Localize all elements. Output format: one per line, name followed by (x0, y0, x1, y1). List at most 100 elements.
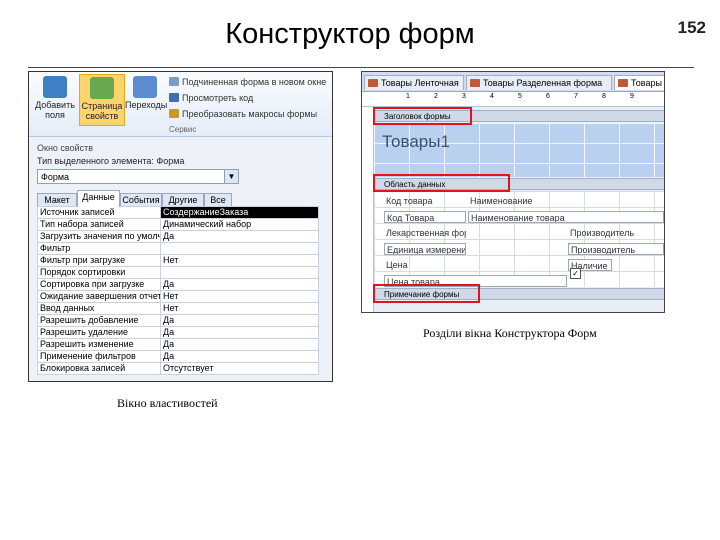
property-value[interactable]: Да (160, 326, 319, 339)
form-icon (368, 79, 378, 87)
property-name: Загрузить значения по умолч (37, 230, 161, 243)
ruler-mark: 6 (546, 93, 550, 100)
property-sheet-screenshot: Добавить поля Страница свойств Переходы … (28, 71, 333, 382)
property-row[interactable]: Ввод данных Нет (37, 302, 319, 315)
doc-tab-goods[interactable]: Товары (614, 75, 664, 90)
property-row[interactable]: Источник записей СоздержаниеЗаказа (37, 206, 319, 219)
property-value[interactable]: Динамический набор (160, 218, 319, 231)
field-label[interactable]: Наименование (468, 195, 566, 207)
property-value[interactable] (160, 242, 319, 255)
property-value[interactable]: Нет (160, 302, 319, 315)
property-row[interactable]: Фильтр (37, 242, 319, 255)
subform-icon (169, 77, 179, 86)
property-sheet-icon (90, 77, 114, 99)
property-name: Фильтр (37, 242, 161, 255)
property-sheet-label: Страница свойств (81, 101, 123, 121)
property-row[interactable]: Сортировка при загрузке Да (37, 278, 319, 291)
vertical-ruler (362, 107, 374, 312)
tab-data[interactable]: Данные (77, 190, 120, 207)
property-row[interactable]: Фильтр при загрузке Нет (37, 254, 319, 267)
field-textbox[interactable]: Код Товара (384, 211, 466, 223)
footer-highlight-box (373, 284, 480, 303)
property-name: Разрешить изменение (37, 338, 161, 351)
property-value[interactable]: Нет (160, 254, 319, 267)
field-textbox[interactable]: Производитель (568, 243, 664, 255)
transitions-button[interactable]: Переходы (125, 74, 168, 124)
property-row[interactable]: Разрешить удаление Да (37, 326, 319, 339)
header-highlight-box (373, 107, 472, 125)
property-value[interactable]: Да (160, 338, 319, 351)
field-textbox[interactable]: Единица измерения (384, 243, 466, 255)
field-label[interactable]: Производитель (568, 227, 664, 239)
property-value[interactable]: Да (160, 314, 319, 327)
dropdown-arrow-icon[interactable]: ▼ (224, 170, 238, 183)
ruler-mark: 7 (574, 93, 578, 100)
tab-all[interactable]: Все (204, 193, 232, 206)
document-tabs: Товары Ленточная Товары Разделенная форм… (362, 72, 664, 92)
property-value[interactable]: Отсутствует (160, 362, 319, 375)
form-designer-screenshot: Товары Ленточная Товары Разделенная форм… (361, 71, 665, 313)
form-title-label[interactable]: Товары1 (382, 132, 450, 152)
property-name: Ожидание завершения отчет (37, 290, 161, 303)
property-sheet-button[interactable]: Страница свойств (79, 74, 125, 126)
property-window-title: Окно свойств (37, 143, 94, 153)
doc-tab-split[interactable]: Товары Разделенная форма (466, 75, 612, 90)
subform-new-window-item[interactable]: Подчиненная форма в новом окне (169, 77, 326, 87)
ruler-mark: 4 (490, 93, 494, 100)
convert-macros-item[interactable]: Преобразовать макросы формы (169, 109, 317, 119)
title-divider (28, 67, 694, 68)
add-fields-label: Добавить поля (35, 100, 75, 120)
property-name: Разрешить добавление (37, 314, 161, 327)
property-name: Порядок сортировки (37, 266, 161, 279)
ribbon: Добавить поля Страница свойств Переходы … (29, 72, 332, 137)
property-row[interactable]: Загрузить значения по умолч Да (37, 230, 319, 243)
property-name: Тип набора записей (37, 218, 161, 231)
property-name: Применение фильтров (37, 350, 161, 363)
transitions-icon (133, 76, 157, 98)
property-row[interactable]: Тип набора записей Динамический набор (37, 218, 319, 231)
fields-icon (43, 76, 67, 98)
property-row[interactable]: Порядок сортировки (37, 266, 319, 279)
property-name: Источник записей (37, 206, 161, 219)
property-value[interactable] (160, 266, 319, 279)
horizontal-ruler: 1 2 3 4 5 6 7 8 9 (362, 92, 664, 107)
transitions-label: Переходы (125, 100, 168, 110)
selection-type-label: Тип выделенного элемента: Форма (37, 156, 185, 166)
ruler-mark: 5 (518, 93, 522, 100)
checkbox-icon[interactable]: ✓ (570, 268, 581, 279)
ruler-mark: 3 (462, 93, 466, 100)
property-name: Разрешить удаление (37, 326, 161, 339)
property-name: Фильтр при загрузке (37, 254, 161, 267)
property-row[interactable]: Применение фильтров Да (37, 350, 319, 363)
tab-layout[interactable]: Макет (37, 193, 77, 206)
field-label[interactable]: Код товара (384, 195, 466, 207)
property-row[interactable]: Разрешить добавление Да (37, 314, 319, 327)
macro-icon (169, 109, 179, 118)
property-value[interactable]: Да (160, 230, 319, 243)
ruler-mark: 2 (434, 93, 438, 100)
object-selector[interactable]: Форма ▼ (37, 169, 239, 184)
tab-other[interactable]: Другие (162, 193, 204, 206)
ribbon-group-label: Сервис (169, 125, 197, 134)
property-row[interactable]: Разрешить изменение Да (37, 338, 319, 351)
ruler-mark: 1 (406, 93, 410, 100)
property-value[interactable]: Да (160, 278, 319, 291)
tab-events[interactable]: События (120, 193, 162, 206)
ruler-mark: 9 (630, 93, 634, 100)
right-caption: Розділи вікна Конструктора Форм (423, 326, 597, 340)
field-label[interactable]: Цена (384, 259, 466, 271)
property-row[interactable]: Блокировка записей Отсутствует (37, 362, 319, 375)
field-textbox[interactable]: Наименование товара (468, 211, 664, 223)
property-value[interactable]: Да (160, 350, 319, 363)
property-row[interactable]: Ожидание завершения отчет Нет (37, 290, 319, 303)
doc-tab-tape[interactable]: Товары Ленточная (364, 75, 464, 90)
property-table: Источник записей СоздержаниеЗаказа Тип наб… (37, 206, 319, 375)
detail-highlight-box (373, 174, 510, 192)
property-value[interactable]: Нет (160, 290, 319, 303)
field-label[interactable]: Лекарственная форма (384, 227, 466, 239)
code-icon (169, 93, 179, 102)
property-value[interactable]: СоздержаниеЗаказа (160, 206, 319, 219)
add-fields-button[interactable]: Добавить поля (33, 74, 77, 124)
left-caption: Вікно властивостей (117, 396, 218, 410)
view-code-item[interactable]: Просмотреть код (169, 93, 253, 103)
